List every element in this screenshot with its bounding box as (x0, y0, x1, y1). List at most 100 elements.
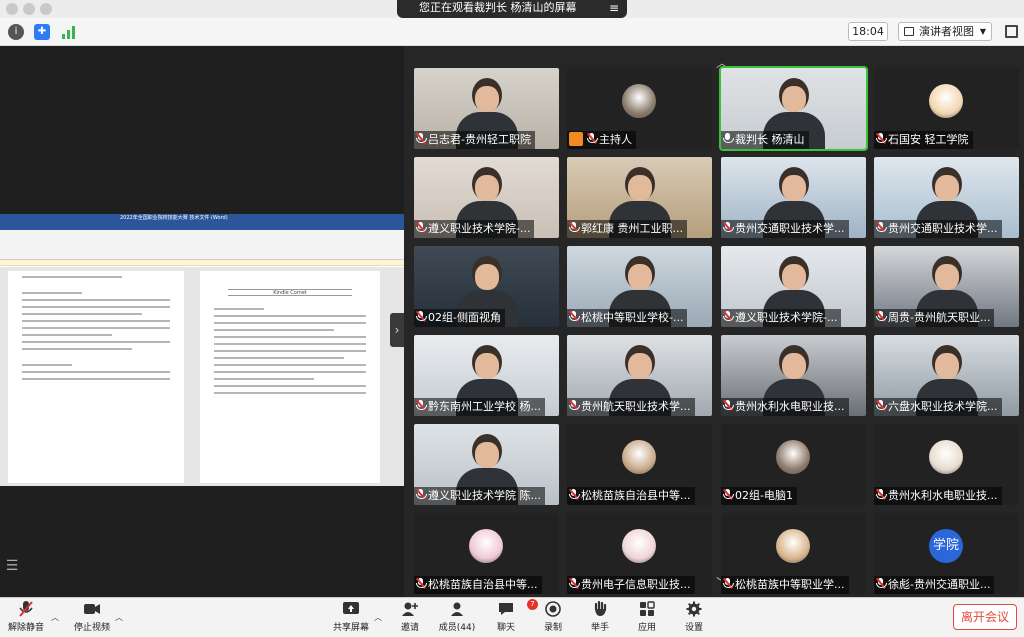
participant-name: 吕志君-贵州轻工职院 (428, 133, 531, 146)
participant-name-bar: 松桃苗族自治县中等... (414, 576, 542, 594)
muted-mic-icon (568, 400, 580, 411)
person-face (475, 175, 499, 201)
participant-name-bar: 石国安 轻工学院 (874, 131, 973, 149)
apps-button[interactable]: 应用 (621, 601, 673, 637)
shared-doc-message-bar (0, 260, 404, 266)
participant-name-bar: 周贵-贵州航天职业... (874, 309, 995, 327)
participant-tile[interactable]: 贵州交通职业技术学... (721, 157, 866, 238)
hamburger-icon[interactable]: ≡ (609, 0, 619, 16)
participant-name: 徐彪-贵州交通职业... (888, 578, 991, 591)
record-button[interactable]: 录制 (527, 601, 579, 637)
participant-tile[interactable]: 六盘水职业技术学院... (874, 335, 1019, 416)
view-mode-button[interactable]: 演讲者视图 ▼ (898, 22, 992, 41)
avatar (776, 529, 810, 563)
mute-slash (415, 222, 426, 233)
participant-name: 石国安 轻工学院 (888, 133, 969, 146)
avatar (622, 440, 656, 474)
participant-name: 贵州水利水电职业技... (888, 489, 998, 502)
mute-slash (722, 400, 733, 411)
mute-slash (722, 578, 733, 589)
participant-name-bar: 吕志君-贵州轻工职院 (414, 131, 535, 149)
participant-tile[interactable]: 松桃中等职业学校-... (567, 246, 712, 327)
person-face (475, 353, 499, 379)
chat-bubble-icon: 7 (497, 599, 538, 617)
muted-mic-icon (568, 311, 580, 322)
participant-name-bar: 02组-侧面视角 (414, 309, 505, 327)
participants-icon (448, 601, 466, 617)
participant-tile[interactable]: 贵州电子信息职业技... (567, 513, 712, 594)
leave-meeting-button[interactable]: 离开会议 (953, 604, 1017, 630)
muted-mic-icon (722, 578, 734, 589)
zoom-window-button[interactable] (40, 3, 52, 15)
audio-options-caret[interactable]: ︿ (51, 612, 59, 623)
participant-tile[interactable]: 松桃苗族中等职业学... (721, 513, 866, 594)
participant-tile[interactable]: 贵州航天职业技术学... (567, 335, 712, 416)
participant-tile[interactable]: 周贵-贵州航天职业... (874, 246, 1019, 327)
mute-slash (415, 311, 426, 322)
minimize-window-button[interactable] (23, 3, 35, 15)
signal-bars-icon[interactable] (60, 24, 76, 40)
chat-label: 聊天 (496, 623, 515, 633)
participants-button[interactable]: 成员(44) (431, 601, 483, 637)
speaker-view-icon (904, 27, 914, 36)
participant-tile[interactable]: 贵州水利水电职业技... (874, 424, 1019, 505)
muted-mic-icon (415, 489, 427, 500)
participant-tile[interactable]: 裁判长 杨清山 (719, 66, 868, 151)
person-face (782, 175, 806, 201)
mute-slash (875, 222, 886, 233)
stop-video-button[interactable]: 停止视频 (66, 601, 118, 637)
mute-slash (415, 489, 426, 500)
info-icon[interactable]: i (8, 24, 24, 40)
unmute-button[interactable]: 解除静音 (0, 601, 52, 637)
close-window-button[interactable] (6, 3, 18, 15)
participant-name-bar: 黔东南州工业学校 杨... (414, 398, 545, 416)
participant-tile[interactable]: 02组-电脑1 (721, 424, 866, 505)
video-options-caret[interactable]: ︿ (115, 612, 123, 623)
mute-slash (875, 400, 886, 411)
participant-tile[interactable]: 遵义职业技术学院-... (721, 246, 866, 327)
participant-tile[interactable]: 贵州交通职业技术学... (874, 157, 1019, 238)
participant-tile[interactable]: 02组-侧面视角 (414, 246, 559, 327)
participant-tile[interactable]: 松桃苗族自治县中等... (567, 424, 712, 505)
share-options-caret[interactable]: ︿ (374, 612, 382, 623)
muted-mic-icon (722, 489, 734, 500)
participant-name-bar: 郭红康 贵州工业职... (567, 220, 687, 238)
participant-tile[interactable]: 主持人 (567, 68, 712, 149)
settings-button[interactable]: 设置 (668, 601, 720, 637)
avatar (622, 84, 656, 118)
muted-mic-icon (875, 133, 887, 144)
shield-icon[interactable]: ✚ (34, 24, 50, 40)
fullscreen-icon[interactable] (1005, 25, 1018, 38)
participant-tile[interactable]: 遵义职业技术学院-... (414, 157, 559, 238)
record-icon (544, 601, 562, 617)
participant-tile[interactable]: 学院 徐彪-贵州交通职业... (874, 513, 1019, 594)
participant-tile[interactable]: 贵州水利水电职业技... (721, 335, 866, 416)
list-icon[interactable]: ☰ (2, 554, 22, 578)
participant-name-bar: 贵州水利水电职业技... (721, 398, 849, 416)
shared-doc-titlebar: 2022年全国职业院校技能大赛 技术文件 (Word) (0, 214, 404, 223)
participant-tile[interactable]: 吕志君-贵州轻工职院 (414, 68, 559, 149)
participant-tile[interactable]: 石国安 轻工学院 (874, 68, 1019, 149)
invite-button[interactable]: 邀请 (384, 601, 436, 637)
participant-name: 主持人 (599, 133, 632, 146)
share-screen-button[interactable]: 共享屏幕 (325, 601, 377, 637)
participant-tile[interactable]: 遵义职业技术学院 陈... (414, 424, 559, 505)
chat-button[interactable]: 7 聊天 (480, 599, 538, 637)
collapse-panel-handle[interactable]: › (390, 313, 404, 347)
participant-name: 02组-侧面视角 (428, 311, 501, 324)
participant-tile[interactable]: 松桃苗族自治县中等... (414, 513, 559, 594)
muted-mic-icon (17, 601, 35, 617)
participant-tile[interactable]: 黔东南州工业学校 杨... (414, 335, 559, 416)
avatar (929, 84, 963, 118)
shared-screen-area: 2022年全国职业院校技能大赛 技术文件 (Word) Kindle Comet (0, 46, 404, 597)
participants-label: 成员(44) (438, 623, 476, 633)
shared-doc-ribbon-tabs (0, 223, 404, 230)
screen-share-banner: 您正在观看裁判长 杨清山的屏幕 ≡ (397, 0, 627, 18)
participant-name: 松桃苗族自治县中等... (428, 578, 538, 591)
person-face (475, 264, 499, 290)
muted-mic-icon (568, 578, 580, 589)
participant-tile[interactable]: 郭红康 贵州工业职... (567, 157, 712, 238)
share-screen-icon (342, 601, 360, 617)
muted-mic-icon (875, 311, 887, 322)
raise-hand-button[interactable]: 举手 (574, 600, 626, 637)
